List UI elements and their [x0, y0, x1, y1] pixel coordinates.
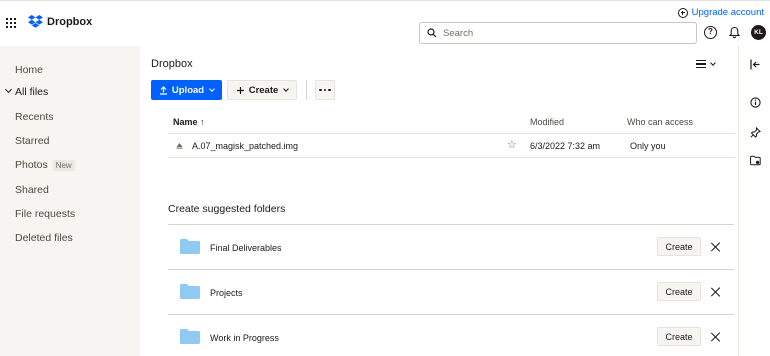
- close-icon[interactable]: [710, 287, 720, 297]
- chevron-down-icon: [209, 85, 215, 92]
- upload-icon: [159, 85, 167, 95]
- breadcrumb[interactable]: Dropbox: [151, 58, 193, 70]
- close-icon[interactable]: [710, 332, 720, 342]
- folder-icon: [180, 284, 200, 299]
- upload-label: Upload: [171, 84, 205, 96]
- avatar[interactable]: KL: [751, 25, 766, 40]
- sidebar-item-label: Shared: [15, 184, 49, 196]
- file-access: Only you: [630, 141, 666, 151]
- toolbar-divider: [306, 80, 307, 100]
- info-icon[interactable]: [750, 97, 761, 108]
- more-options-button[interactable]: [315, 80, 335, 100]
- folder-name: Projects: [210, 288, 243, 298]
- suggested-folder-row: Final Deliverables Create: [168, 225, 734, 269]
- chevron-down-icon[interactable]: [4, 85, 13, 94]
- new-badge: New: [52, 159, 75, 171]
- upgrade-label: Upgrade account: [691, 7, 764, 18]
- sidebar-item-home[interactable]: Home: [15, 64, 43, 76]
- brand-name: Dropbox: [47, 15, 93, 28]
- file-modified: 6/3/2022 7:32 am: [530, 141, 601, 151]
- sort-ascending-icon: ↑: [200, 117, 205, 127]
- table-row[interactable]: A.07_magisk_patched.img ☆ 6/3/2022 7:32 …: [168, 134, 735, 158]
- suggested-folder-row: Projects Create: [168, 270, 734, 314]
- chevron-down-icon: [283, 85, 290, 92]
- collapse-panel-icon[interactable]: [750, 59, 761, 70]
- star-icon[interactable]: ☆: [507, 138, 517, 151]
- column-header-name[interactable]: Name ↑: [173, 117, 205, 127]
- plus-icon: [236, 86, 244, 94]
- sidebar-item-shared[interactable]: Shared: [15, 184, 49, 196]
- pin-icon[interactable]: [750, 127, 761, 138]
- sidebar-item-recents[interactable]: Recents: [15, 111, 54, 123]
- suggested-folders-title: Create suggested folders: [168, 203, 286, 215]
- sidebar-item-label: File requests: [15, 208, 76, 220]
- main-content: Dropbox Upload Create Name ↑ Modified Wh…: [140, 46, 738, 356]
- dropbox-logo-icon: [28, 15, 43, 28]
- create-button[interactable]: Create: [227, 80, 297, 100]
- disk-image-file-icon: [176, 143, 183, 149]
- search-box[interactable]: [419, 22, 697, 44]
- search-input[interactable]: [443, 27, 683, 39]
- bell-icon[interactable]: [728, 26, 741, 39]
- create-folder-button[interactable]: Create: [657, 327, 701, 346]
- upgrade-account-link[interactable]: Upgrade account: [677, 7, 764, 18]
- sidebar-item-label: All files: [15, 86, 49, 98]
- search-icon: [427, 28, 437, 38]
- sidebar-item-photos[interactable]: Photos New: [15, 159, 75, 171]
- sidebar-item-label: Recents: [15, 111, 54, 123]
- column-header-access[interactable]: Who can access: [627, 117, 693, 127]
- sidebar-item-all-files[interactable]: All files: [15, 86, 48, 98]
- file-name[interactable]: A.07_magisk_patched.img: [192, 141, 298, 151]
- top-bar: Dropbox Upgrade account ? KL: [0, 0, 770, 46]
- column-header-modified[interactable]: Modified: [530, 117, 564, 127]
- upload-button[interactable]: Upload: [151, 80, 222, 100]
- sidebar-item-label: Deleted files: [15, 232, 73, 244]
- right-rail: [738, 46, 770, 356]
- create-folder-button[interactable]: Create: [657, 237, 701, 256]
- folder-icon: [180, 239, 200, 254]
- folder-name: Work in Progress: [210, 333, 279, 343]
- list-view-icon: [696, 60, 706, 68]
- sidebar-item-label: Home: [15, 64, 44, 76]
- folder-name: Final Deliverables: [210, 243, 282, 253]
- folder-activity-icon[interactable]: [750, 155, 761, 166]
- folder-icon: [180, 329, 200, 344]
- sidebar-item-label: Starred: [15, 135, 50, 147]
- plus-circle-icon: [677, 7, 688, 18]
- sidebar: Home All files Recents Starred Photos Ne…: [0, 46, 140, 356]
- dropbox-logo[interactable]: Dropbox: [28, 15, 92, 28]
- sidebar-item-label: Photos: [15, 159, 48, 171]
- sidebar-item-file-requests[interactable]: File requests: [15, 208, 75, 220]
- suggested-folder-row: Work in Progress Create: [168, 315, 734, 356]
- create-label: Create: [248, 84, 279, 96]
- view-switcher[interactable]: [696, 59, 716, 68]
- close-icon[interactable]: [710, 242, 720, 252]
- row-divider: [168, 157, 735, 158]
- sidebar-item-deleted-files[interactable]: Deleted files: [15, 232, 73, 244]
- help-icon[interactable]: ?: [704, 26, 717, 39]
- sidebar-item-starred[interactable]: Starred: [15, 135, 49, 147]
- create-folder-button[interactable]: Create: [657, 282, 701, 301]
- chevron-down-icon: [710, 59, 716, 66]
- app-grid-icon[interactable]: [6, 18, 16, 28]
